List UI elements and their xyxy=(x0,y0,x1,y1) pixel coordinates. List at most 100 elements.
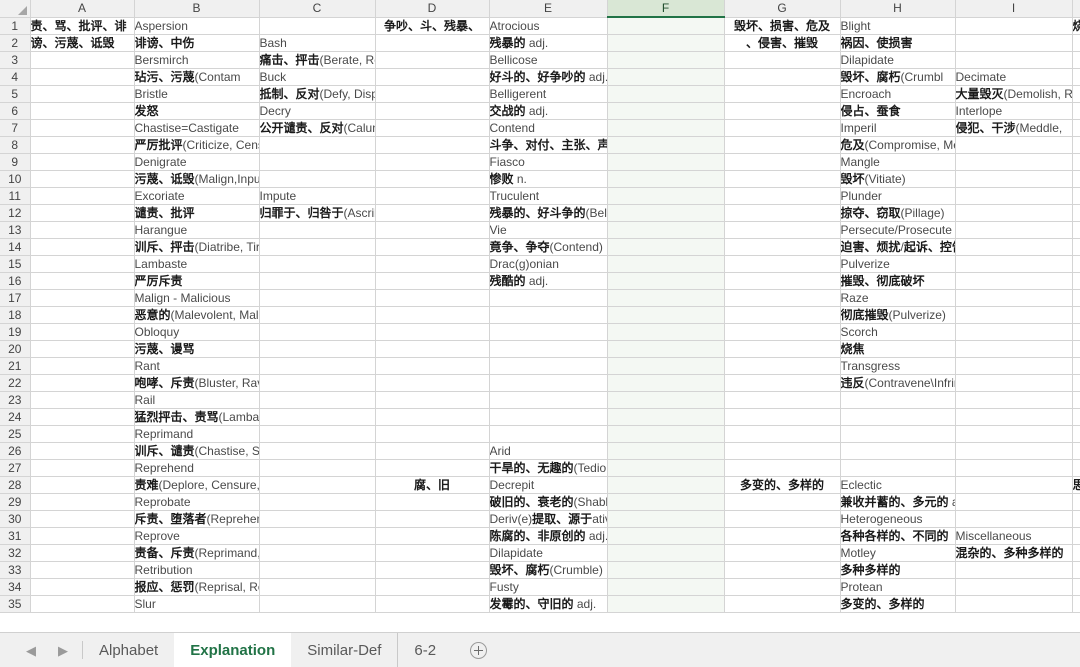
row-header-16[interactable]: 16 xyxy=(0,272,31,290)
cell-E6[interactable]: 交战的 adj. xyxy=(489,102,608,120)
cell-J20[interactable] xyxy=(1072,340,1080,358)
cell-G27[interactable] xyxy=(724,459,841,477)
cell-C33[interactable] xyxy=(259,561,376,579)
cell-E2[interactable]: 残暴的 adj. xyxy=(489,34,608,52)
cell-F9[interactable] xyxy=(607,153,725,171)
cell-H31[interactable]: 各种各样的、不同的 xyxy=(840,527,956,545)
cell-A31[interactable] xyxy=(30,527,135,545)
cell-E9[interactable]: Fiasco xyxy=(489,153,608,171)
cell-J17[interactable] xyxy=(1072,289,1080,307)
cell-B27[interactable]: Reprehend xyxy=(134,459,260,477)
cell-D19[interactable] xyxy=(375,323,490,341)
cell-I21[interactable] xyxy=(955,357,1073,375)
cell-F10[interactable] xyxy=(607,170,725,188)
cell-F5[interactable] xyxy=(607,85,725,103)
cell-J19[interactable] xyxy=(1072,323,1080,341)
cell-A10[interactable] xyxy=(30,170,135,188)
cell-E29[interactable]: 破旧的、衰老的(Shabby, Threadbare, Ra xyxy=(489,493,608,511)
row-header-32[interactable]: 32 xyxy=(0,544,31,562)
cell-J34[interactable] xyxy=(1072,578,1080,596)
cell-E14[interactable]: 竟争、争夺(Contend) xyxy=(489,238,608,256)
cell-D1[interactable]: 争吵、斗、残暴、 xyxy=(375,17,490,35)
cell-J27[interactable] xyxy=(1072,459,1080,477)
row-header-20[interactable]: 20 xyxy=(0,340,31,358)
cell-I23[interactable] xyxy=(955,391,1073,409)
cell-D26[interactable] xyxy=(375,442,490,460)
row-header-10[interactable]: 10 xyxy=(0,170,31,188)
cell-D17[interactable] xyxy=(375,289,490,307)
cell-C27[interactable] xyxy=(259,459,376,477)
cell-A33[interactable] xyxy=(30,561,135,579)
cell-B22[interactable]: 咆哮、斥责(Bluster, Rave) xyxy=(134,374,260,392)
cell-G26[interactable] xyxy=(724,442,841,460)
cell-I25[interactable] xyxy=(955,425,1073,443)
cell-A14[interactable] xyxy=(30,238,135,256)
cell-H4[interactable]: 毁坏、腐朽(Crumbl xyxy=(840,68,956,86)
cell-A5[interactable] xyxy=(30,85,135,103)
cell-F21[interactable] xyxy=(607,357,725,375)
cell-F13[interactable] xyxy=(607,221,725,239)
cell-H18[interactable]: 彻底摧毁(Pulverize) xyxy=(840,306,956,324)
cell-G35[interactable] xyxy=(724,595,841,613)
cell-E32[interactable]: Dilapidate xyxy=(489,544,608,562)
cell-A1[interactable]: 责、骂、批评、诽 xyxy=(30,17,135,35)
cell-B4[interactable]: 玷污、污蔑(Contam xyxy=(134,68,260,86)
cell-B9[interactable]: Denigrate xyxy=(134,153,260,171)
cell-A20[interactable] xyxy=(30,340,135,358)
row-header-6[interactable]: 6 xyxy=(0,102,31,120)
cell-A23[interactable] xyxy=(30,391,135,409)
cell-J6[interactable] xyxy=(1072,102,1080,120)
cell-F34[interactable] xyxy=(607,578,725,596)
row-header-1[interactable]: 1 xyxy=(0,17,31,35)
cell-J24[interactable] xyxy=(1072,408,1080,426)
cell-J5[interactable] xyxy=(1072,85,1080,103)
cell-A3[interactable] xyxy=(30,51,135,69)
cell-E12[interactable]: 残暴的、好斗争的(Bellicose/gerent, Obstreperous) xyxy=(489,204,608,222)
cell-B34[interactable]: 报应、惩罚(Reprisal, Requital) xyxy=(134,578,260,596)
sheet-tab-explanation[interactable]: Explanation xyxy=(174,633,292,667)
cell-D15[interactable] xyxy=(375,255,490,273)
cell-G28[interactable]: 多变的、多样的 xyxy=(724,476,841,494)
cell-D34[interactable] xyxy=(375,578,490,596)
cell-G14[interactable] xyxy=(724,238,841,256)
cell-H19[interactable]: Scorch xyxy=(840,323,956,341)
column-header-d[interactable]: D xyxy=(375,0,490,18)
cell-F14[interactable] xyxy=(607,238,725,256)
cell-E33[interactable]: 毁坏、腐朽(Crumble) xyxy=(489,561,608,579)
cell-B16[interactable]: 严厉斥责 xyxy=(134,272,260,290)
select-all-corner[interactable] xyxy=(0,0,31,18)
cell-J14[interactable] xyxy=(1072,238,1080,256)
cell-G9[interactable] xyxy=(724,153,841,171)
cell-D27[interactable] xyxy=(375,459,490,477)
cell-A8[interactable] xyxy=(30,136,135,154)
column-header-f[interactable]: F xyxy=(607,0,725,18)
cell-G22[interactable] xyxy=(724,374,841,392)
cell-H28[interactable]: Eclectic xyxy=(840,476,956,494)
cell-J8[interactable] xyxy=(1072,136,1080,154)
row-header-8[interactable]: 8 xyxy=(0,136,31,154)
cell-B33[interactable]: Retribution xyxy=(134,561,260,579)
cell-H27[interactable] xyxy=(840,459,956,477)
row-header-28[interactable]: 28 xyxy=(0,476,31,494)
cell-F35[interactable] xyxy=(607,595,725,613)
cell-G31[interactable] xyxy=(724,527,841,545)
cell-H10[interactable]: 毁坏(Vitiate) xyxy=(840,170,956,188)
cell-H21[interactable]: Transgress xyxy=(840,357,956,375)
row-header-21[interactable]: 21 xyxy=(0,357,31,375)
cell-D5[interactable] xyxy=(375,85,490,103)
cell-I18[interactable] xyxy=(955,306,1073,324)
cell-I2[interactable] xyxy=(955,34,1073,52)
cell-H17[interactable]: Raze xyxy=(840,289,956,307)
cell-E23[interactable] xyxy=(489,391,608,409)
worksheet-grid-area[interactable]: ABCDEFGHI 1 责、骂、批评、诽 Aspersion 争吵、斗、残暴、 Atro… xyxy=(0,0,1080,632)
cell-B15[interactable]: Lambaste xyxy=(134,255,260,273)
cell-C18[interactable] xyxy=(259,306,376,324)
cell-J2[interactable] xyxy=(1072,34,1080,52)
cell-E26[interactable]: Arid xyxy=(489,442,608,460)
cell-C13[interactable] xyxy=(259,221,376,239)
cell-G5[interactable] xyxy=(724,85,841,103)
cell-C16[interactable] xyxy=(259,272,376,290)
cell-B8[interactable]: 严厉批评(Criticize, Censure) xyxy=(134,136,260,154)
cell-H25[interactable] xyxy=(840,425,956,443)
row-header-5[interactable]: 5 xyxy=(0,85,31,103)
